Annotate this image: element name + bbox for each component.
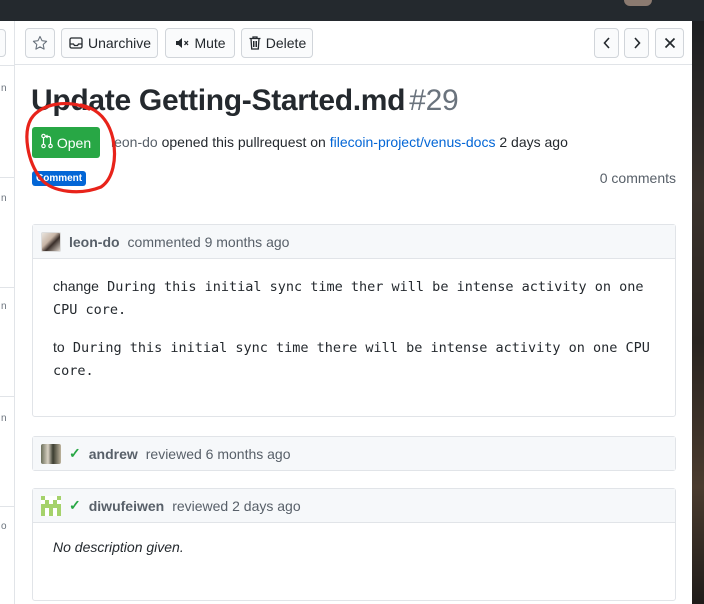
review-time: 6 months ago	[205, 445, 291, 462]
list-divider	[0, 177, 15, 178]
delete-button[interactable]: Delete	[241, 28, 313, 58]
pr-title: Update Getting-Started.md	[31, 84, 406, 117]
pull-request-icon	[41, 133, 53, 152]
chevron-left-icon	[602, 36, 612, 50]
check-icon: ✓	[69, 497, 81, 513]
list-item-fragment: n	[1, 301, 7, 312]
review-header: ✓ andrew reviewed 6 months ago	[33, 437, 675, 470]
pr-state-badge: Open	[32, 127, 100, 158]
pr-meta: leon-do opened this pullrequest on filec…	[111, 134, 568, 150]
check-icon: ✓	[69, 445, 81, 461]
review-action: reviewed 6 months ago	[146, 446, 291, 462]
list-item-fragment: o	[1, 521, 7, 532]
timeline-review: ✓ diwufeiwen reviewed 2 days ago No desc…	[32, 488, 676, 601]
comment-author[interactable]: leon-do	[69, 234, 120, 250]
user-avatar[interactable]	[624, 0, 652, 6]
star-button[interactable]	[25, 28, 55, 58]
mute-icon	[174, 35, 190, 51]
top-bar	[0, 0, 704, 21]
unarchive-label: Unarchive	[87, 35, 152, 51]
review-header: ✓ diwufeiwen reviewed 2 days ago	[33, 489, 675, 523]
list-divider	[0, 287, 15, 288]
list-item-fragment: n	[1, 413, 7, 424]
comment-time: 9 months ago	[204, 233, 290, 250]
review-action-verb: reviewed	[145, 445, 202, 462]
list-item-fragment: n	[1, 193, 7, 204]
comment-header: leon-do commented 9 months ago	[33, 225, 675, 259]
list-item-fragment: n	[1, 83, 7, 94]
mute-button[interactable]: Mute	[165, 28, 235, 58]
previous-button[interactable]	[594, 28, 619, 58]
pr-author-link[interactable]: leon-do	[111, 134, 158, 150]
list-button-edge[interactable]	[0, 29, 6, 57]
star-icon	[32, 35, 48, 51]
avatar[interactable]	[41, 443, 61, 464]
timeline-review: ✓ andrew reviewed 6 months ago	[32, 436, 676, 471]
delete-label: Delete	[265, 35, 307, 51]
notification-detail-panel: Unarchive Mute Delete Update Getting-Sta…	[15, 21, 692, 604]
detail-toolbar: Unarchive Mute Delete	[15, 21, 692, 65]
pr-action-text: opened this pullrequest on	[161, 134, 326, 150]
review-time: 2 days ago	[232, 497, 301, 514]
comment-paragraph: change During this initial sync time the…	[53, 275, 655, 322]
unarchive-button[interactable]: Unarchive	[61, 28, 158, 58]
review-author[interactable]: diwufeiwen	[89, 498, 164, 514]
mute-label: Mute	[194, 35, 226, 51]
inbox-icon	[68, 35, 84, 51]
comment-action-verb: commented	[127, 233, 201, 250]
trash-icon	[248, 35, 262, 51]
pr-state-label: Open	[56, 134, 92, 151]
comment-paragraph: to During this initial sync time there w…	[53, 336, 655, 383]
comment-code-text: During this initial sync time there will…	[53, 340, 650, 379]
comment-body: change During this initial sync time the…	[33, 259, 675, 413]
review-action-verb: reviewed	[172, 497, 229, 514]
comment-action: commented 9 months ago	[128, 234, 290, 250]
detail-content: Update Getting-Started.md #29 Open leon-d…	[15, 65, 692, 604]
list-divider	[0, 65, 15, 66]
repo-link[interactable]: filecoin-project/venus-docs	[330, 134, 496, 150]
list-divider	[0, 396, 15, 397]
review-action: reviewed 2 days ago	[172, 498, 300, 514]
close-icon	[664, 37, 676, 49]
desktop-background	[692, 21, 704, 604]
review-author[interactable]: andrew	[89, 446, 138, 462]
comment-lead: to	[53, 339, 65, 355]
notification-list-edge: n n n n o	[0, 21, 15, 604]
timeline-comment: leon-do commented 9 months ago change Du…	[32, 224, 676, 417]
label-badge[interactable]: Comment	[32, 171, 87, 186]
chevron-right-icon	[632, 36, 642, 50]
page-title: Update Getting-Started.md #29	[31, 84, 459, 118]
avatar[interactable]	[41, 495, 61, 516]
close-button[interactable]	[655, 28, 684, 58]
pr-time: 2 days ago	[499, 134, 568, 150]
comment-code-text: During this initial sync time ther will …	[53, 279, 644, 318]
avatar[interactable]	[41, 231, 61, 252]
pr-number: #29	[409, 84, 459, 117]
next-button[interactable]	[624, 28, 649, 58]
review-body: No description given.	[53, 539, 184, 555]
comments-count: 0 comments	[599, 170, 676, 186]
list-divider	[0, 506, 15, 507]
comment-lead: change	[53, 278, 99, 294]
